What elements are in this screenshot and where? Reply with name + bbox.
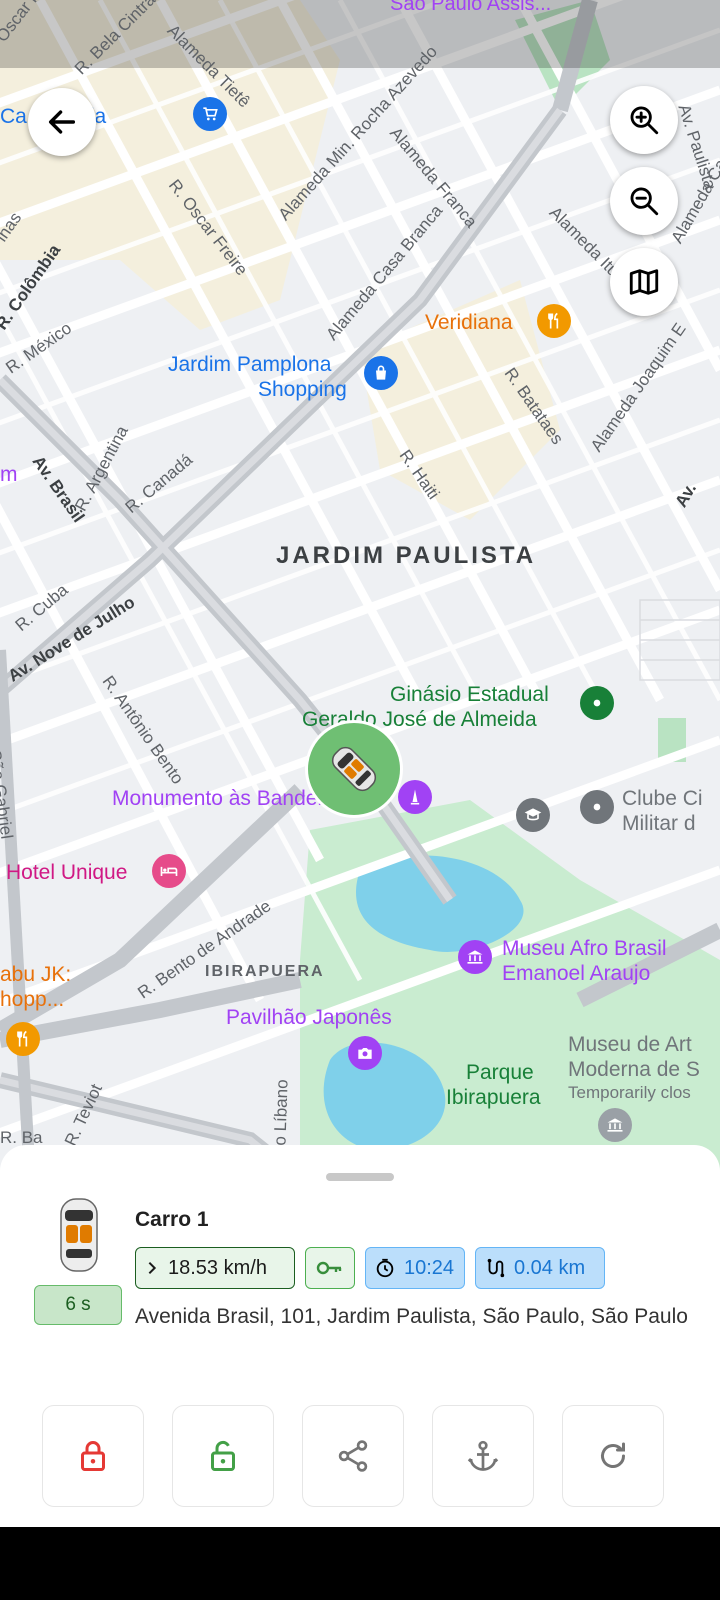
district-label: JARDIM PAULISTA — [276, 542, 537, 569]
poi-ginasio-label: Ginásio Estadual — [390, 683, 549, 706]
restaurant-icon[interactable] — [6, 1022, 40, 1056]
anchor-icon — [467, 1440, 499, 1471]
school-icon[interactable] — [516, 798, 550, 832]
poi-museu-arte-status: Temporarily clos — [568, 1083, 691, 1102]
map-base-layer — [0, 0, 720, 1180]
shopping-cart-icon[interactable] — [193, 97, 227, 131]
system-navigation-bar — [0, 1527, 720, 1600]
poi-hotel-label: Hotel Unique — [6, 861, 128, 884]
monument-icon[interactable] — [398, 780, 432, 814]
speed-value: 18.53 km/h — [168, 1256, 267, 1279]
zoom-out-icon — [630, 187, 659, 216]
poi-museu-arte-label: Museu de Art — [568, 1033, 692, 1056]
zoom-in-icon — [630, 106, 659, 135]
poi-museu-afro-label-2: Emanoel Araujo — [502, 962, 651, 985]
place-pin-icon[interactable] — [580, 790, 614, 824]
back-button[interactable] — [28, 88, 96, 156]
time-badge: 10:24 — [365, 1247, 465, 1289]
car-icon — [60, 1198, 98, 1272]
time-value: 10:24 — [404, 1256, 455, 1279]
vehicle-marker[interactable] — [305, 720, 403, 818]
car-icon — [331, 746, 377, 792]
poi-label: São Paulo Assis... — [390, 0, 552, 15]
vehicle-address: Avenida Brasil, 101, Jardim Paulista, Sã… — [135, 1305, 688, 1328]
share-button[interactable] — [302, 1405, 404, 1507]
poi-veridiana-label: Veridiana — [425, 311, 513, 334]
zoom-out-button[interactable] — [610, 167, 678, 235]
place-pin-icon[interactable] — [580, 686, 614, 720]
poi-parque-label: Parque — [466, 1061, 534, 1084]
museum-icon[interactable] — [458, 940, 492, 974]
drag-handle[interactable] — [326, 1173, 394, 1181]
map-view[interactable]: Oscar Freire R. Bela Cintra Alameda Tiet… — [0, 0, 720, 1180]
zoom-in-button[interactable] — [610, 86, 678, 154]
ignition-badge — [305, 1247, 355, 1289]
poi-clube-label-2: Militar d — [622, 812, 696, 835]
poi-pavilhao-label: Pavilhão Japonês — [226, 1006, 392, 1029]
arrow-left-icon — [48, 110, 76, 134]
refresh-button[interactable] — [562, 1405, 664, 1507]
distance-value: 0.04 km — [514, 1256, 586, 1279]
restaurant-icon[interactable] — [537, 304, 571, 338]
share-icon — [338, 1440, 368, 1472]
lock-button[interactable] — [42, 1405, 144, 1507]
anchor-button[interactable] — [432, 1405, 534, 1507]
map-type-button[interactable] — [610, 248, 678, 316]
refresh-icon — [601, 1442, 625, 1468]
camera-icon[interactable] — [348, 1036, 382, 1070]
poi-museu-arte-label-2: Moderna de S — [568, 1058, 700, 1081]
speed-badge: 18.53 km/h — [135, 1247, 295, 1289]
unlock-button[interactable] — [172, 1405, 274, 1507]
vehicle-name: Carro 1 — [135, 1208, 209, 1231]
poi-museu-afro-label: Museu Afro Brasil — [502, 937, 667, 960]
timer-icon — [376, 1258, 394, 1278]
museum-icon[interactable] — [598, 1108, 632, 1142]
distance-badge: 0.04 km — [475, 1247, 605, 1289]
key-icon — [316, 1261, 342, 1275]
poi-jardim-pamplona-label-2: Shopping — [258, 378, 347, 401]
street-label: m — [0, 463, 18, 486]
vehicle-bottom-sheet[interactable]: 6 s Carro 1 18.53 km/h 10:24 0.04 km Ave… — [0, 1145, 720, 1527]
poi-jardim-pamplona-label: Jardim Pamplona — [168, 353, 332, 376]
route-icon — [487, 1258, 505, 1278]
lock-closed-icon — [81, 1441, 105, 1471]
hotel-bed-icon[interactable] — [152, 854, 186, 888]
chevron-right-icon — [148, 1261, 157, 1275]
street-label: do Líbano — [270, 1079, 292, 1156]
poi-parque-label-2: Ibirapuera — [446, 1086, 541, 1109]
poi-jk-label-2: hopp... — [0, 988, 65, 1011]
poi-clube-label: Clube Ci — [622, 787, 703, 810]
lock-open-icon — [211, 1440, 235, 1471]
shopping-bag-icon[interactable] — [364, 356, 398, 390]
last-update-badge: 6 s — [34, 1285, 122, 1325]
map-icon — [629, 269, 659, 295]
district-label: IBIRAPUERA — [205, 963, 325, 980]
poi-jk-label: abu JK: — [0, 963, 72, 986]
